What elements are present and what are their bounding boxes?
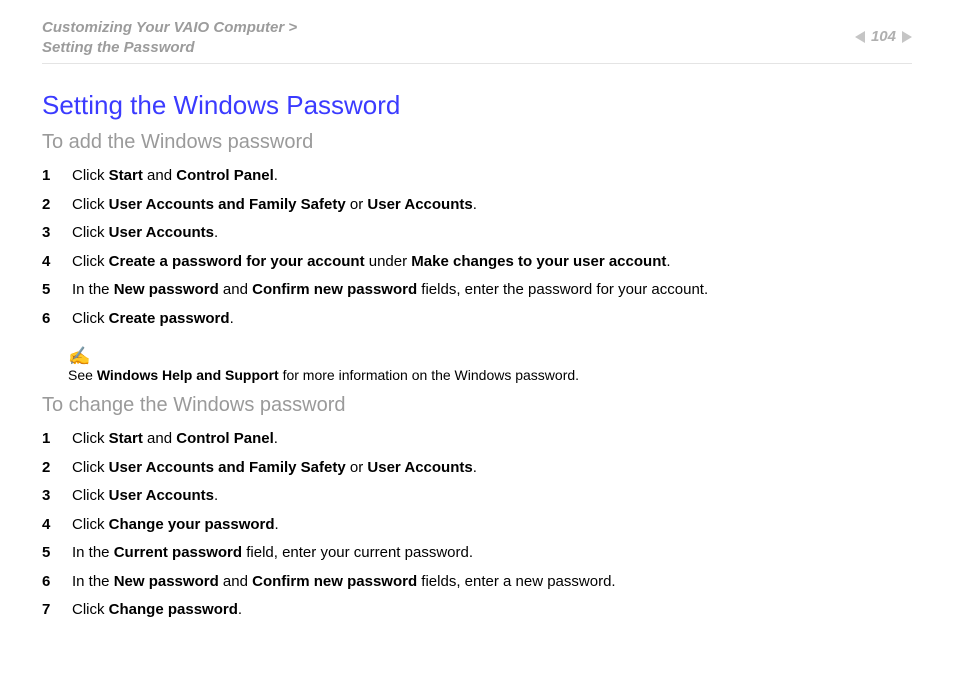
step-text: Click User Accounts and Family Safety or… [72, 454, 477, 483]
breadcrumb: Customizing Your VAIO Computer > Setting… [42, 18, 297, 57]
step-text: Click Change password. [72, 596, 242, 625]
step-text: Click User Accounts and Family Safety or… [72, 191, 477, 220]
steps-change: 1 Click Start and Control Panel. 2 Click Us… [42, 425, 912, 625]
section-heading-add: To add the Windows password [42, 131, 912, 154]
step-text: In the New password and Confirm new pass… [72, 276, 708, 305]
step-text: Click Create password. [72, 305, 234, 334]
step-item: 3 Click User Accounts. [42, 219, 912, 248]
note-block: ✍ See Windows Help and Support for more … [68, 347, 912, 384]
step-item: 5 In the New password and Confirm new pas… [42, 276, 912, 305]
steps-add: 1 Click Start and Control Panel. 2 Click Us… [42, 162, 912, 333]
step-number: 4 [42, 248, 54, 277]
step-number: 4 [42, 511, 54, 540]
breadcrumb-line1: Customizing Your VAIO Computer [42, 19, 284, 36]
step-item: 4 Click Change your password. [42, 511, 912, 540]
step-item: 6 Click Create password. [42, 305, 912, 334]
page-content: Setting the Windows Password To add the … [42, 64, 912, 625]
step-item: 1 Click Start and Control Panel. [42, 425, 912, 454]
step-number: 5 [42, 276, 54, 305]
step-text: Click User Accounts. [72, 219, 218, 248]
step-number: 1 [42, 425, 54, 454]
note-icon: ✍ [68, 347, 912, 365]
step-text: In the Current password field, enter you… [72, 539, 473, 568]
step-text: Click User Accounts. [72, 482, 218, 511]
page-header: Customizing Your VAIO Computer > Setting… [42, 18, 912, 64]
step-item: 2 Click User Accounts and Family Safety o… [42, 454, 912, 483]
step-number: 3 [42, 219, 54, 248]
step-item: 4 Click Create a password for your accoun… [42, 248, 912, 277]
step-text: Click Start and Control Panel. [72, 162, 278, 191]
step-number: 7 [42, 596, 54, 625]
step-item: 5 In the Current password field, enter yo… [42, 539, 912, 568]
step-item: 1 Click Start and Control Panel. [42, 162, 912, 191]
step-item: 6 In the New password and Confirm new pas… [42, 568, 912, 597]
page-navigation: 104 [855, 28, 912, 45]
step-number: 5 [42, 539, 54, 568]
prev-page-icon[interactable] [855, 31, 865, 43]
step-number: 2 [42, 454, 54, 483]
step-item: 3 Click User Accounts. [42, 482, 912, 511]
section-heading-change: To change the Windows password [42, 394, 912, 417]
step-number: 6 [42, 305, 54, 334]
page-title: Setting the Windows Password [42, 90, 912, 121]
step-number: 3 [42, 482, 54, 511]
step-number: 6 [42, 568, 54, 597]
step-item: 7 Click Change password. [42, 596, 912, 625]
breadcrumb-separator: > [288, 19, 297, 36]
step-text: Click Start and Control Panel. [72, 425, 278, 454]
note-text: See Windows Help and Support for more in… [68, 367, 579, 383]
step-text: Click Create a password for your account… [72, 248, 671, 277]
step-number: 1 [42, 162, 54, 191]
step-text: Click Change your password. [72, 511, 279, 540]
step-text: In the New password and Confirm new pass… [72, 568, 616, 597]
breadcrumb-line2: Setting the Password [42, 39, 195, 56]
step-item: 2 Click User Accounts and Family Safety o… [42, 191, 912, 220]
step-number: 2 [42, 191, 54, 220]
page-number: 104 [871, 28, 896, 45]
next-page-icon[interactable] [902, 31, 912, 43]
